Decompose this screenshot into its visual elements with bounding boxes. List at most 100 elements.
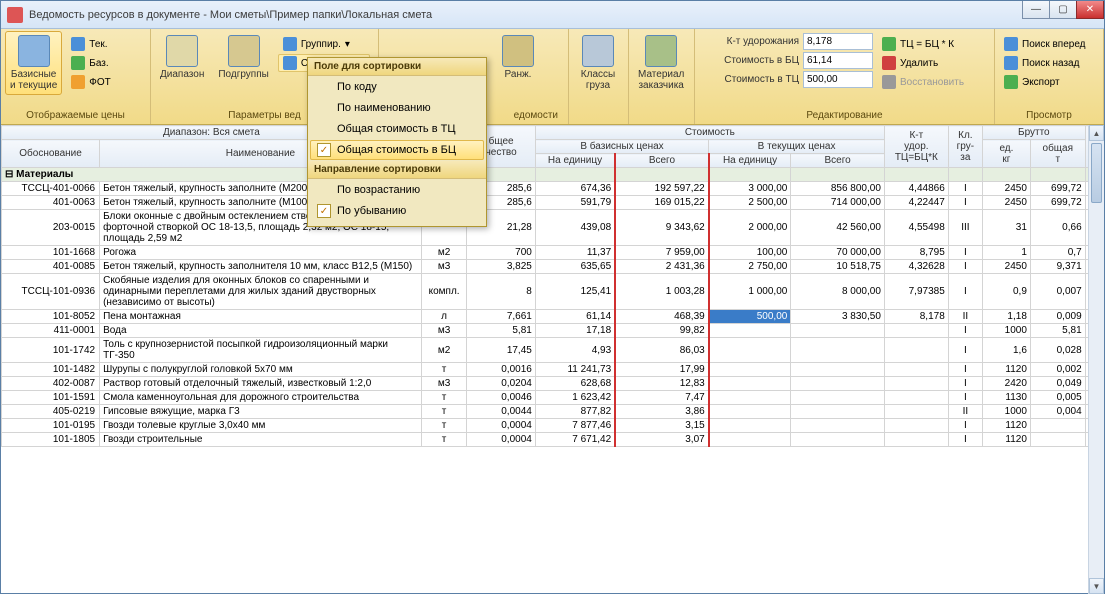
cell-kt [884, 405, 948, 419]
material-button[interactable]: Материал заказчика [633, 31, 689, 95]
scrollbar-thumb[interactable] [1091, 143, 1102, 203]
search-back-button[interactable]: Поиск назад [999, 54, 1091, 72]
col-kl[interactable]: Кл. гру- за [948, 126, 982, 168]
cell-code: 101-1482 [2, 363, 100, 377]
table-row[interactable]: 101-1805Гвозди строительныет0,00047 671,… [2, 433, 1104, 447]
cell-t-ed[interactable]: 1 000,00 [709, 274, 791, 310]
cell-kg: 2450 [982, 196, 1030, 210]
kt-input[interactable] [803, 33, 873, 50]
scroll-down-button[interactable]: ▼ [1089, 578, 1104, 594]
table-row[interactable]: ТССЦ-401-0066Бетон тяжелый, крупность за… [2, 182, 1104, 196]
close-button[interactable]: ✕ [1076, 1, 1104, 19]
cell-b-vs: 3,15 [615, 419, 709, 433]
col-t-ed[interactable]: На единицу [709, 154, 791, 168]
table-row[interactable]: 101-1742Толь с крупнозернистой посыпкой … [2, 338, 1104, 363]
cell-kl: I [948, 419, 982, 433]
diapazon-button[interactable]: Диапазон [155, 31, 209, 84]
cell-um: м2 [421, 338, 467, 363]
cell-name: Шурупы с полукруглой головкой 5х70 мм [100, 363, 422, 377]
tek-button[interactable]: Тек. [66, 35, 116, 53]
cell-t-ed[interactable]: 100,00 [709, 246, 791, 260]
minimize-button[interactable]: — [1022, 1, 1050, 19]
search-forward-button[interactable]: Поиск вперед [999, 35, 1091, 53]
klassy-button[interactable]: Классы груза [573, 31, 623, 95]
cell-t-ed[interactable] [709, 377, 791, 391]
col-obosn[interactable]: Обоснование [2, 140, 100, 168]
cell-t-ed[interactable]: 500,00 [709, 310, 791, 324]
cell-t: 5,81 [1030, 324, 1085, 338]
cell-t-ed[interactable] [709, 433, 791, 447]
window-title: Ведомость ресурсов в документе - Мои сме… [29, 9, 432, 21]
col-b-vs[interactable]: Всего [615, 154, 709, 168]
col-vtek[interactable]: В текущих ценах [709, 140, 885, 154]
cell-t-ed[interactable] [709, 391, 791, 405]
cell-t-ed[interactable] [709, 363, 791, 377]
scroll-up-button[interactable]: ▲ [1089, 125, 1104, 141]
col-edkg[interactable]: ед. кг [982, 140, 1030, 168]
roman-icon [582, 35, 614, 67]
group-button[interactable]: Группир. ▾ [278, 35, 370, 53]
baz-button[interactable]: Баз. [66, 54, 116, 72]
cell-code: 402-0087 [2, 377, 100, 391]
cell-t-ed[interactable]: 2 000,00 [709, 210, 791, 246]
fot-button[interactable]: ФОТ [66, 73, 116, 91]
cell-code: 405-0219 [2, 405, 100, 419]
cell-b-ed: 11,37 [535, 246, 615, 260]
export-button[interactable]: Экспорт [999, 73, 1091, 91]
cell-b-vs: 17,99 [615, 363, 709, 377]
table-row[interactable]: 401-0063Бетон тяжелый, крупность заполни… [2, 196, 1104, 210]
table-row[interactable]: ТССЦ-101-0936Скобяные изделия для оконны… [2, 274, 1104, 310]
table-row[interactable]: 405-0219Гипсовые вяжущие, марка Г3т0,004… [2, 405, 1104, 419]
table-row[interactable]: 401-0085Бетон тяжелый, крупность заполни… [2, 260, 1104, 274]
maximize-button[interactable]: ▢ [1049, 1, 1077, 19]
cell-t-ed[interactable]: 2 500,00 [709, 196, 791, 210]
cell-t-ed[interactable]: 3 000,00 [709, 182, 791, 196]
podgruppy-button[interactable]: Подгруппы [213, 31, 273, 84]
table-row[interactable]: 402-0087Раствор готовый отделочный тяжел… [2, 377, 1104, 391]
sort-by-bc[interactable]: ✓Общая стоимость в БЦ [310, 140, 484, 160]
cell-t: 699,72 [1030, 196, 1085, 210]
prices-base-current-button[interactable]: Базисные и текущие [5, 31, 62, 95]
table-row[interactable]: 203-0015Блоки оконные с двойным остеклен… [2, 210, 1104, 246]
table-row[interactable]: 101-8052Пена монтажнаял7,66161,14468,395… [2, 310, 1104, 324]
table-row[interactable]: 101-1482Шурупы с полукруглой головкой 5х… [2, 363, 1104, 377]
sort-by-name[interactable]: По наименованию [310, 98, 484, 118]
cell-t-ed[interactable]: 2 750,00 [709, 260, 791, 274]
sort-desc[interactable]: ✓По убыванию [310, 201, 484, 221]
table-row[interactable]: 101-1591Смола каменноугольная для дорожн… [2, 391, 1104, 405]
cell-kl: I [948, 433, 982, 447]
table-row[interactable]: 101-1668Рогожам270011,377 959,00100,0070… [2, 246, 1104, 260]
table-row[interactable]: 411-0001Водам35,8117,1899,82I10005,81 [2, 324, 1104, 338]
cell-t-ed[interactable] [709, 419, 791, 433]
col-t-vs[interactable]: Всего [791, 154, 885, 168]
col-stoimost[interactable]: Стоимость [535, 126, 884, 140]
ranzh-button[interactable]: Ранж. [493, 31, 543, 84]
col-b-ed[interactable]: На единицу [535, 154, 615, 168]
cell-t-ed[interactable] [709, 324, 791, 338]
cell-name: Рогожа [100, 246, 422, 260]
col-brutto[interactable]: Брутто [982, 126, 1085, 140]
cell-kg: 1120 [982, 363, 1030, 377]
col-obsht[interactable]: общая т [1030, 140, 1085, 168]
col-vbaz[interactable]: В базисных ценах [535, 140, 708, 154]
restore-button[interactable]: Восстановить [877, 73, 969, 91]
cell-t-ed[interactable] [709, 338, 791, 363]
cell-t-vs: 8 000,00 [791, 274, 885, 310]
cell-kt: 4,22447 [884, 196, 948, 210]
table-row[interactable]: 101-0195Гвозди толевые круглые 3,0х40 мм… [2, 419, 1104, 433]
stbc-input[interactable] [803, 52, 873, 69]
sttc-input[interactable] [803, 71, 873, 88]
cell-t-vs [791, 405, 885, 419]
category-row[interactable]: ⊟ Материалы [2, 168, 1104, 182]
resources-grid[interactable]: Диапазон: Вся смета бщее чество Стоимост… [1, 125, 1104, 447]
col-kt[interactable]: К-т удор. ТЦ=БЦ*К [884, 126, 948, 168]
sort-asc[interactable]: По возрастанию [310, 180, 484, 200]
cell-t-ed[interactable] [709, 405, 791, 419]
sort-by-code[interactable]: По коду [310, 77, 484, 97]
cell-kl: I [948, 196, 982, 210]
sort-by-tc[interactable]: Общая стоимость в ТЦ [310, 119, 484, 139]
delete-button[interactable]: Удалить [877, 54, 969, 72]
tc-eq-button[interactable]: ТЦ = БЦ * К [877, 35, 969, 53]
cell-kl: I [948, 182, 982, 196]
vertical-scrollbar[interactable]: ▲ ▼ [1088, 125, 1104, 594]
